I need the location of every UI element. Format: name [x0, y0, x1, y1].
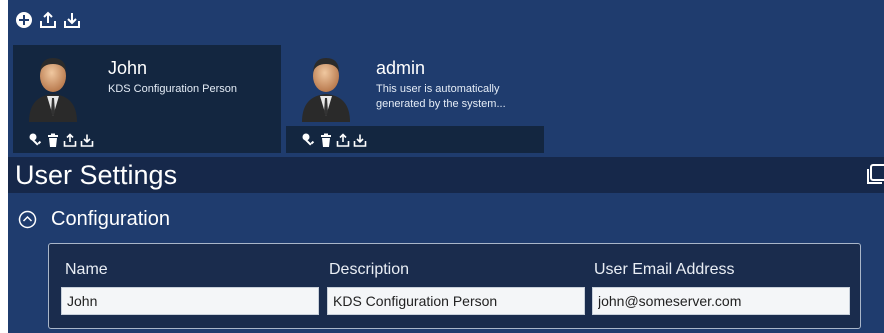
chevron-up-circle-icon: [18, 210, 37, 228]
key-icon[interactable]: [301, 132, 316, 147]
upload-icon[interactable]: [335, 132, 350, 147]
user-avatar-icon: [298, 50, 354, 122]
user-card-actions: [301, 132, 367, 147]
upload-icon[interactable]: [62, 132, 77, 147]
user-settings-bar: User Settings: [8, 157, 884, 193]
user-card-admin[interactable]: admin This user is automatically generat…: [286, 45, 544, 153]
user-card-john[interactable]: John KDS Configuration Person: [13, 45, 281, 153]
page-title: User Settings: [15, 160, 178, 190]
user-description: This user is automatically generated by …: [376, 83, 506, 110]
configuration-section-toggle[interactable]: Configuration: [18, 207, 170, 231]
user-avatar-icon: [25, 50, 81, 122]
user-name: admin: [376, 58, 426, 78]
user-description: KDS Configuration Person: [108, 83, 238, 95]
key-icon[interactable]: [28, 132, 43, 147]
trash-icon[interactable]: [45, 132, 60, 147]
copy-window-icon[interactable]: [864, 163, 884, 187]
configuration-form: Name Description User Email Address: [48, 243, 861, 329]
user-toolbar: [13, 9, 82, 31]
add-user-icon[interactable]: [13, 10, 34, 31]
name-field[interactable]: [61, 287, 319, 315]
description-field[interactable]: [327, 287, 585, 315]
description-label: Description: [329, 261, 410, 278]
trash-icon[interactable]: [318, 132, 333, 147]
upload-icon[interactable]: [37, 10, 58, 31]
download-icon[interactable]: [61, 10, 82, 31]
email-field[interactable]: [592, 287, 850, 315]
user-card-actions: [28, 132, 94, 147]
left-edge-strip: [0, 0, 8, 333]
download-icon[interactable]: [79, 132, 94, 147]
download-icon[interactable]: [352, 132, 367, 147]
user-name: John: [108, 58, 148, 78]
email-label: User Email Address: [594, 261, 735, 278]
section-title: Configuration: [51, 208, 170, 230]
name-label: Name: [65, 261, 108, 278]
